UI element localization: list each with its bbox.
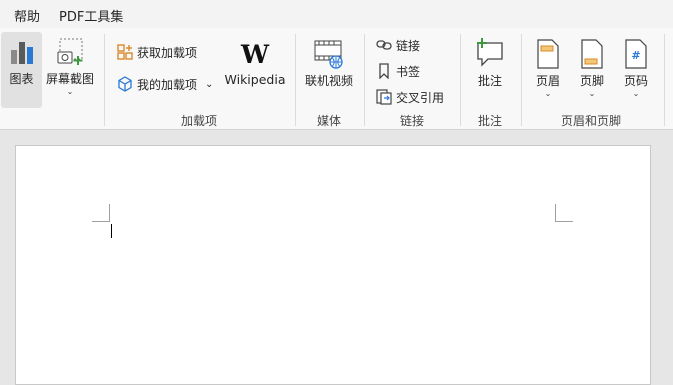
chart-icon: [6, 36, 38, 68]
my-addins-label: 我的加载项: [137, 77, 198, 92]
cross-reference-icon: [375, 88, 393, 106]
footer-chevron-icon: ⌄: [588, 89, 596, 98]
my-addins-chevron-icon: ⌄: [205, 78, 214, 90]
wikipedia-icon: W: [240, 39, 270, 69]
ribbon: 图表 屏幕截图 ⌄ 获取加载项 我的加载项 ⌄ W Wikipedia 加载项 …: [0, 28, 673, 130]
online-video-icon: [313, 38, 345, 70]
group-label-addins: 加载项: [181, 114, 218, 128]
online-video-button[interactable]: 联机视频: [303, 38, 355, 89]
page-number-icon: #: [620, 38, 652, 70]
separator: [664, 34, 665, 126]
group-label-links: 链接: [400, 114, 425, 128]
separator: [104, 34, 105, 126]
screenshot-button[interactable]: 屏幕截图 ⌄: [44, 36, 96, 96]
document-area: [0, 130, 673, 385]
comment-button[interactable]: 批注: [466, 38, 514, 89]
wikipedia-button[interactable]: W Wikipedia: [224, 38, 286, 88]
group-label-media: 媒体: [317, 114, 342, 128]
page-number-button[interactable]: # 页码 ⌄: [616, 38, 656, 98]
text-cursor: [111, 224, 112, 238]
separator: [295, 34, 296, 126]
margin-corner-right: [555, 204, 573, 222]
bookmark-button[interactable]: 书签: [375, 62, 420, 80]
cross-reference-button[interactable]: 交叉引用: [375, 88, 444, 106]
comment-label: 批注: [477, 74, 502, 88]
menu-bar: 帮助 PDF工具集: [0, 0, 673, 28]
link-button[interactable]: 链接: [375, 36, 420, 54]
link-icon: [375, 36, 393, 54]
link-label: 链接: [396, 38, 421, 53]
screenshot-label: 屏幕截图: [45, 72, 94, 86]
wikipedia-label: Wikipedia: [224, 72, 286, 87]
svg-text:#: #: [631, 49, 640, 62]
cross-reference-label: 交叉引用: [396, 90, 445, 105]
chart-button[interactable]: 图表: [1, 32, 42, 108]
screenshot-icon: [54, 36, 86, 68]
footer-icon: [576, 38, 608, 70]
separator: [460, 34, 461, 126]
menu-help[interactable]: 帮助: [14, 6, 40, 25]
header-label: 页眉: [535, 74, 560, 88]
my-addins-button[interactable]: 我的加载项 ⌄: [116, 75, 213, 93]
document-page[interactable]: [15, 145, 651, 385]
comment-icon: [474, 38, 506, 70]
bookmark-label: 书签: [396, 64, 421, 79]
bookmark-icon: [375, 62, 393, 80]
header-icon: [532, 38, 564, 70]
header-button[interactable]: 页眉 ⌄: [528, 38, 568, 98]
chart-label: 图表: [9, 72, 34, 86]
header-chevron-icon: ⌄: [544, 89, 552, 98]
get-addins-label: 获取加载项: [137, 45, 198, 60]
store-icon: [116, 43, 134, 61]
margin-corner-left: [92, 204, 110, 222]
page-number-label: 页码: [623, 74, 648, 88]
separator: [364, 34, 365, 126]
group-label-header-footer: 页眉和页脚: [561, 114, 622, 128]
page-number-chevron-icon: ⌄: [632, 89, 640, 98]
screenshot-chevron-icon: ⌄: [66, 87, 74, 96]
get-addins-button[interactable]: 获取加载项: [116, 43, 197, 61]
footer-button[interactable]: 页脚 ⌄: [572, 38, 612, 98]
separator: [521, 34, 522, 126]
online-video-label: 联机视频: [304, 74, 353, 88]
menu-pdf-tools[interactable]: PDF工具集: [59, 6, 123, 25]
footer-label: 页脚: [579, 74, 604, 88]
addin-cube-icon: [116, 75, 134, 93]
group-label-comments: 批注: [478, 114, 503, 128]
